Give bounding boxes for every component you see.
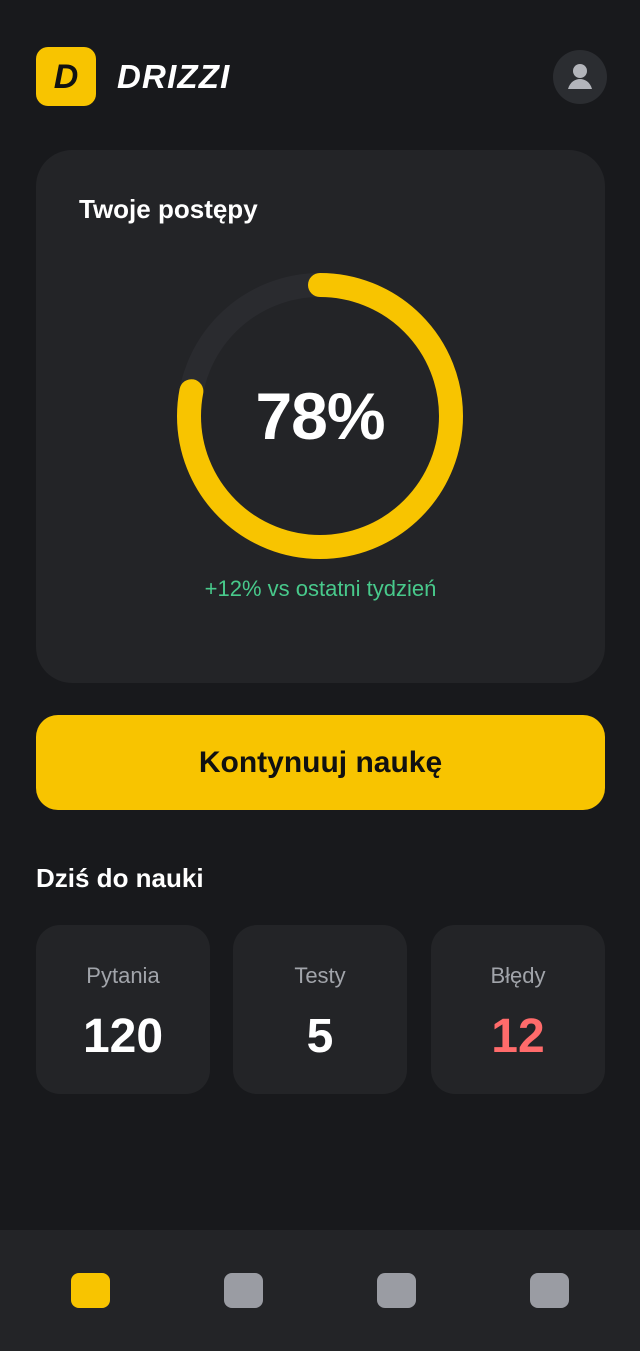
stat-label-tests: Testy	[294, 963, 346, 988]
nav-tab-2-icon[interactable]	[224, 1273, 263, 1308]
progress-ring: 78%	[176, 272, 464, 560]
nav-home-icon[interactable]	[71, 1273, 110, 1308]
stat-value-questions: 120	[82, 1010, 164, 1063]
app-header: D DRIZZI	[36, 47, 607, 106]
bottom-navigation	[0, 1230, 640, 1351]
stat-card-questions: Pytania 120	[36, 925, 210, 1094]
stat-value-errors: 12	[491, 1010, 545, 1063]
progress-card: Twoje postępy 78% +12% vs ostatni tydzie…	[36, 150, 605, 683]
today-section-title: Dziś do nauki	[36, 863, 204, 893]
nav-tab-4-icon[interactable]	[530, 1273, 569, 1308]
app-logo-icon: D	[36, 47, 96, 106]
stat-value-tests: 5	[306, 1010, 334, 1063]
stat-label-questions: Pytania	[86, 963, 160, 988]
user-avatar-icon[interactable]	[553, 50, 607, 104]
progress-percentage: 78%	[255, 379, 385, 453]
continue-learning-button[interactable]: Kontynuuj naukę	[36, 715, 605, 810]
stat-card-tests: Testy 5	[233, 925, 407, 1094]
stat-label-errors: Błędy	[490, 963, 546, 988]
app-name: DRIZZI	[117, 58, 231, 95]
stat-card-errors: Błędy 12	[431, 925, 605, 1094]
progress-title: Twoje postępy	[79, 194, 258, 224]
nav-tab-3-icon[interactable]	[377, 1273, 416, 1308]
weekly-change-text: +12% vs ostatni tydzień	[204, 576, 437, 601]
